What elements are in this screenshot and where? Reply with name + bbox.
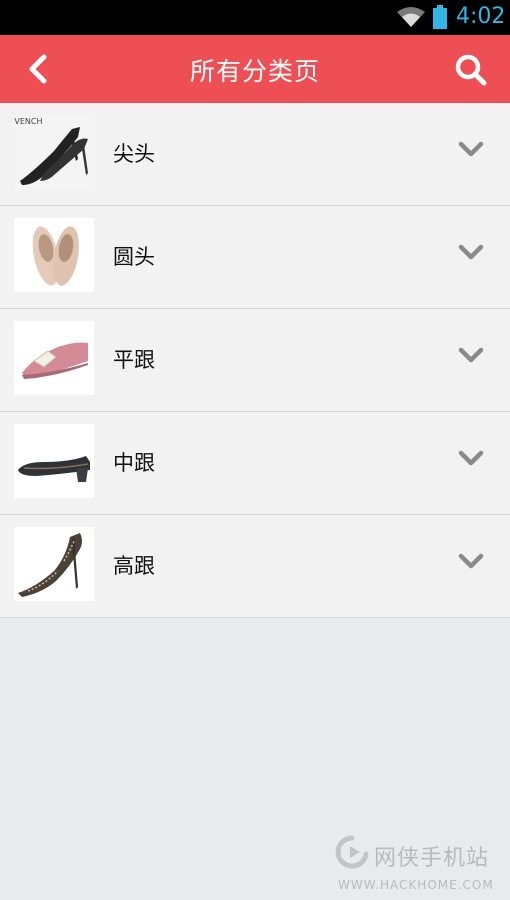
chevron-down-icon xyxy=(458,347,484,363)
watermark-name: 网侠手机站 xyxy=(374,846,490,871)
watermark: 网侠手机站 WWW.HACKHOME.COM xyxy=(332,830,504,894)
category-label: 尖头 xyxy=(113,142,155,166)
chevron-down-icon xyxy=(458,244,484,260)
category-label: 平跟 xyxy=(113,348,155,372)
thumb-brand-text: IVENCH xyxy=(14,117,42,126)
hackhome-logo-icon xyxy=(335,835,369,869)
category-item-mid-heel[interactable]: 中跟 xyxy=(0,412,510,515)
chevron-down-icon xyxy=(458,553,484,569)
chevron-down-icon xyxy=(458,450,484,466)
round-toe-shoe-image xyxy=(14,218,94,292)
category-list: IVENCH 尖头 圆头 平跟 中跟 高跟 xyxy=(0,103,510,618)
mid-heel-shoe-image xyxy=(14,424,94,498)
category-item-high-heel[interactable]: 高跟 xyxy=(0,515,510,618)
category-item-round-toe[interactable]: 圆头 xyxy=(0,206,510,309)
flat-heel-shoe-image xyxy=(14,321,94,395)
wifi-icon xyxy=(397,7,425,27)
watermark-url: WWW.HACKHOME.COM xyxy=(338,878,494,892)
category-label: 圆头 xyxy=(113,245,155,269)
category-label: 中跟 xyxy=(113,451,155,475)
search-icon[interactable] xyxy=(454,53,488,87)
category-item-flat-heel[interactable]: 平跟 xyxy=(0,309,510,412)
battery-icon xyxy=(433,5,447,29)
app-bar: 所有分类页 xyxy=(0,35,510,103)
page-title: 所有分类页 xyxy=(189,57,320,86)
category-label: 高跟 xyxy=(113,554,155,578)
high-heel-shoe-image xyxy=(14,527,94,601)
pointed-toe-shoe-image: IVENCH xyxy=(14,115,94,189)
status-time: 4:02 xyxy=(456,4,506,29)
chevron-down-icon xyxy=(458,141,484,157)
status-bar: 4:02 xyxy=(0,0,510,35)
category-item-pointed-toe[interactable]: IVENCH 尖头 xyxy=(0,103,510,206)
